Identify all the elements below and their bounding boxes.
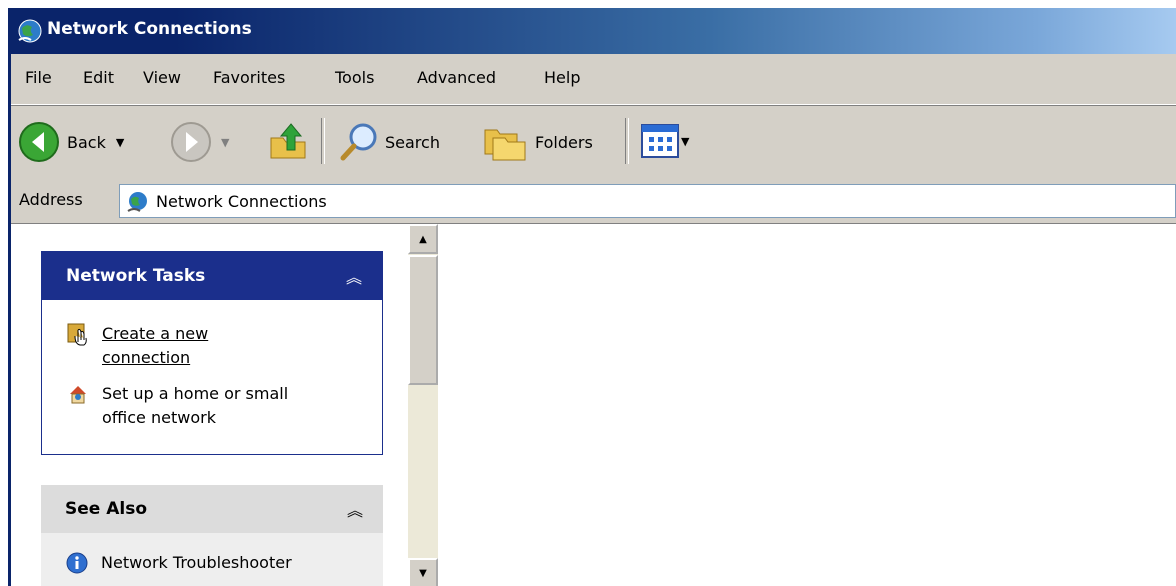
task-create-line2: connection (102, 348, 191, 367)
views-button[interactable]: ▼ (641, 124, 689, 158)
menu-favorites[interactable]: Favorites (213, 68, 285, 87)
task-create-connection[interactable]: Create a new connection (66, 322, 208, 370)
address-bar: Address Network Connections (11, 179, 1176, 224)
troubleshooter-label: Network Troubleshooter (101, 553, 292, 572)
connections-list-area[interactable] (441, 224, 1176, 586)
see-also-title: See Also (65, 499, 148, 519)
address-label: Address (19, 190, 83, 209)
menu-tools[interactable]: Tools (335, 68, 374, 87)
home-network-icon (70, 386, 86, 404)
back-button[interactable]: Back ▼ (17, 120, 124, 164)
back-label: Back (67, 132, 106, 152)
up-folder-button[interactable] (267, 118, 311, 164)
search-button[interactable]: Search (337, 120, 440, 164)
collapse-chevron-icon[interactable]: ︽ (347, 497, 363, 521)
menu-file[interactable]: File (25, 68, 52, 87)
views-dropdown-icon[interactable]: ▼ (681, 135, 689, 148)
address-value: Network Connections (156, 192, 327, 211)
new-connection-icon (67, 323, 87, 346)
back-arrow-icon (19, 122, 59, 162)
explorer-window: Network Connections File Edit View Favor… (8, 8, 1176, 586)
title-bar[interactable]: Network Connections (11, 8, 1176, 54)
menu-help[interactable]: Help (544, 68, 580, 87)
back-dropdown-icon[interactable]: ▼ (116, 136, 124, 149)
menu-advanced[interactable]: Advanced (417, 68, 496, 87)
up-folder-icon (270, 123, 306, 159)
network-tasks-panel: Network Tasks ︽ Create a new connection (41, 251, 383, 455)
scroll-up-arrow-icon[interactable]: ▲ (408, 224, 438, 254)
task-setup-home-network[interactable]: Set up a home or small office network (66, 382, 288, 430)
standard-toolbar: Back ▼ ▼ Search Folders ▼ (11, 105, 1176, 180)
forward-button[interactable]: ▼ (169, 120, 229, 164)
network-globe-icon (127, 192, 147, 212)
scroll-thumb[interactable] (408, 255, 438, 385)
task-setup-line1: Set up a home or small (102, 384, 289, 403)
folders-icon (484, 129, 526, 161)
forward-dropdown-icon[interactable]: ▼ (221, 136, 229, 149)
network-tasks-header[interactable]: Network Tasks ︽ (42, 252, 382, 300)
scroll-down-arrow-icon[interactable]: ▼ (408, 558, 438, 586)
see-also-panel: See Also ︽ Network Troubleshooter (41, 485, 383, 586)
window-title: Network Connections (47, 19, 252, 39)
menu-bar: File Edit View Favorites Tools Advanced … (11, 54, 1176, 105)
task-network-troubleshooter[interactable]: Network Troubleshooter (65, 551, 292, 575)
see-also-header[interactable]: See Also ︽ (41, 485, 383, 533)
menu-view[interactable]: View (143, 68, 181, 87)
forward-arrow-icon (171, 122, 211, 162)
search-magnifier-icon (340, 123, 377, 161)
folders-label: Folders (535, 132, 593, 152)
task-create-line1: Create a new (102, 324, 209, 343)
collapse-chevron-icon[interactable]: ︽ (346, 264, 362, 288)
info-icon (66, 552, 88, 574)
network-globe-icon (18, 19, 42, 43)
network-tasks-title: Network Tasks (66, 266, 206, 286)
views-grid-icon (641, 124, 679, 158)
menu-edit[interactable]: Edit (83, 68, 114, 87)
address-field[interactable]: Network Connections (119, 184, 1176, 218)
task-pane: Network Tasks ︽ Create a new connection (11, 224, 403, 586)
folders-button[interactable]: Folders (481, 120, 593, 164)
task-setup-line2: office network (102, 408, 216, 427)
vertical-scrollbar[interactable]: ▲ ▼ (408, 224, 438, 586)
search-label: Search (385, 132, 440, 152)
